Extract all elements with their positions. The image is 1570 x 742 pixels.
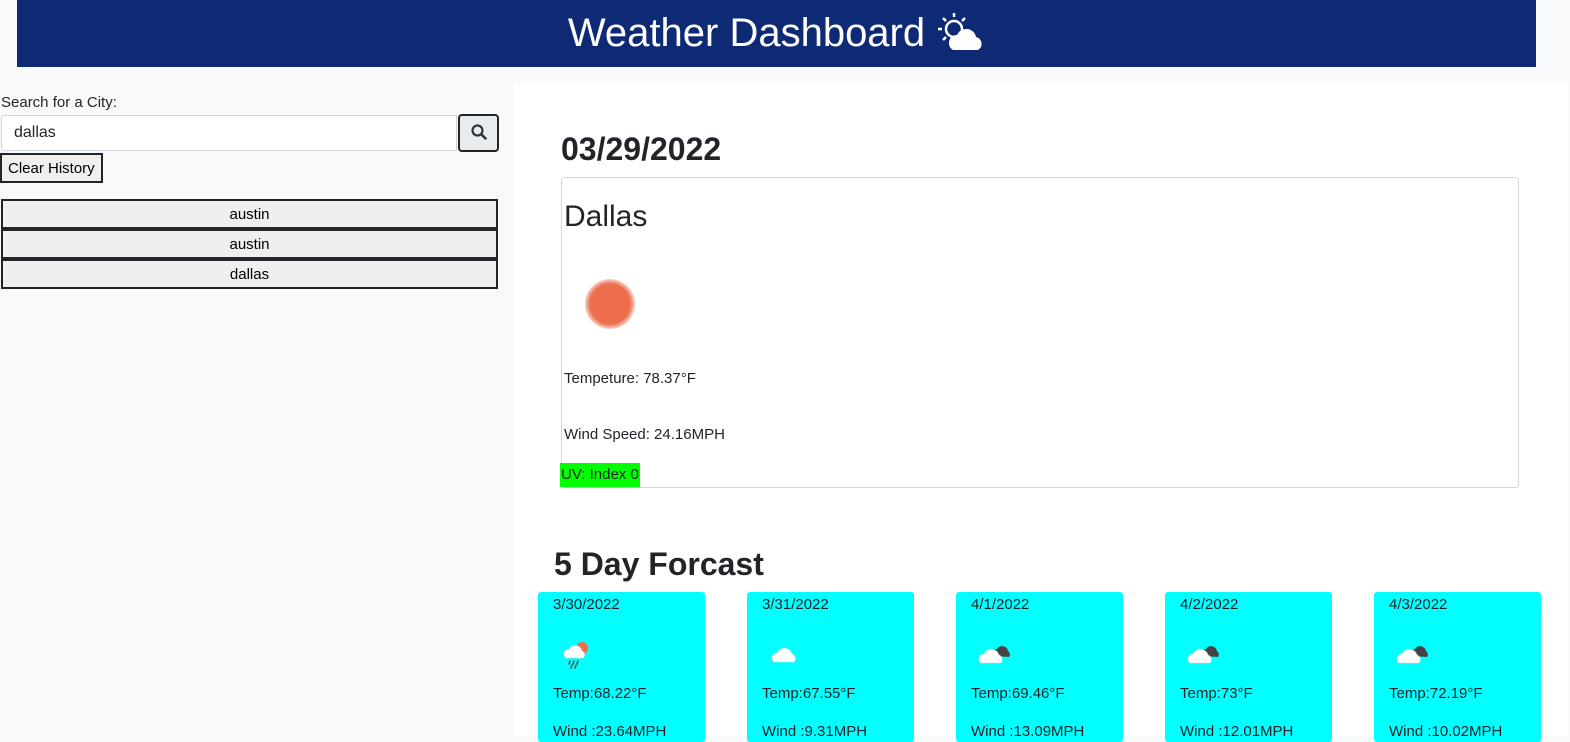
forecast-card: 3/31/2022 Temp:67.55°F Wind :9.31MPH (747, 592, 914, 742)
history-item[interactable]: dallas (1, 259, 498, 289)
forecast-date: 4/2/2022 (1180, 596, 1239, 613)
search-label: Search for a City: (1, 94, 117, 111)
current-weather-card: Dallas Tempeture: 78.37°F Wind Speed: 24… (560, 177, 1519, 488)
search-input[interactable] (1, 115, 457, 151)
forecast-date: 4/1/2022 (971, 596, 1030, 613)
current-temperature: Tempeture: 78.37°F (564, 370, 696, 387)
header-container: Weather Dashboard (0, 0, 1553, 83)
history-item[interactable]: austin (1, 229, 498, 259)
broken-clouds-icon (1396, 640, 1432, 670)
page-title-text: Weather Dashboard (567, 11, 926, 55)
city-name: Dallas (564, 200, 648, 233)
forecast-card: 3/30/2022 Temp:68.22°F Wind :23.64MPH (538, 592, 705, 742)
forecast-title: 5 Day Forcast (554, 546, 764, 582)
forecast-date: 3/31/2022 (762, 596, 829, 613)
rain-sun-cloud-icon (560, 640, 596, 670)
sidebar: Search for a City: Clear History austin … (0, 83, 513, 736)
current-date: 03/29/2022 (561, 131, 722, 167)
forecast-wind: Wind :10.02MPH (1389, 723, 1503, 740)
forecast-wind: Wind :23.64MPH (553, 723, 667, 740)
uv-index-badge: UV: Index 0 (560, 463, 640, 487)
header-bar: Weather Dashboard (17, 0, 1536, 67)
forecast-card: 4/1/2022 Temp:69.46°F Wind :13.09MPH (956, 592, 1123, 742)
history-item[interactable]: austin (1, 199, 498, 229)
sun-behind-cloud-icon (937, 12, 985, 56)
sun-icon (582, 276, 638, 332)
forecast-wind: Wind :12.01MPH (1180, 723, 1294, 740)
broken-clouds-icon (1187, 640, 1223, 670)
broken-clouds-icon (978, 640, 1014, 670)
clear-history-button[interactable]: Clear History (0, 153, 103, 183)
search-history-list: austin austin dallas (1, 199, 498, 289)
forecast-wind: Wind :9.31MPH (762, 723, 868, 740)
forecast-temperature: Temp:69.46°F (971, 685, 1065, 702)
main-content: 03/29/2022 Dallas Tempeture: 78.37°F Win… (513, 83, 1568, 742)
forecast-card: 4/2/2022 Temp:73°F Wind :12.01MPH (1165, 592, 1332, 742)
forecast-row: 3/30/2022 Temp:68.22°F Wind :23.64MPH 3/… (538, 592, 1543, 742)
cloud-icon (769, 640, 805, 670)
forecast-date: 4/3/2022 (1389, 596, 1448, 613)
forecast-temperature: Temp:72.19°F (1389, 685, 1483, 702)
forecast-card: 4/3/2022 Temp:72.19°F Wind :10.02MPH (1374, 592, 1541, 742)
forecast-temperature: Temp:68.22°F (553, 685, 647, 702)
search-button[interactable] (458, 114, 499, 152)
forecast-date: 3/30/2022 (553, 596, 620, 613)
forecast-temperature: Temp:73°F (1180, 685, 1253, 702)
search-icon (470, 123, 487, 143)
current-wind-speed: Wind Speed: 24.16MPH (564, 426, 725, 443)
forecast-temperature: Temp:67.55°F (762, 685, 856, 702)
page-title: Weather Dashboard (568, 11, 985, 56)
forecast-wind: Wind :13.09MPH (971, 723, 1085, 740)
